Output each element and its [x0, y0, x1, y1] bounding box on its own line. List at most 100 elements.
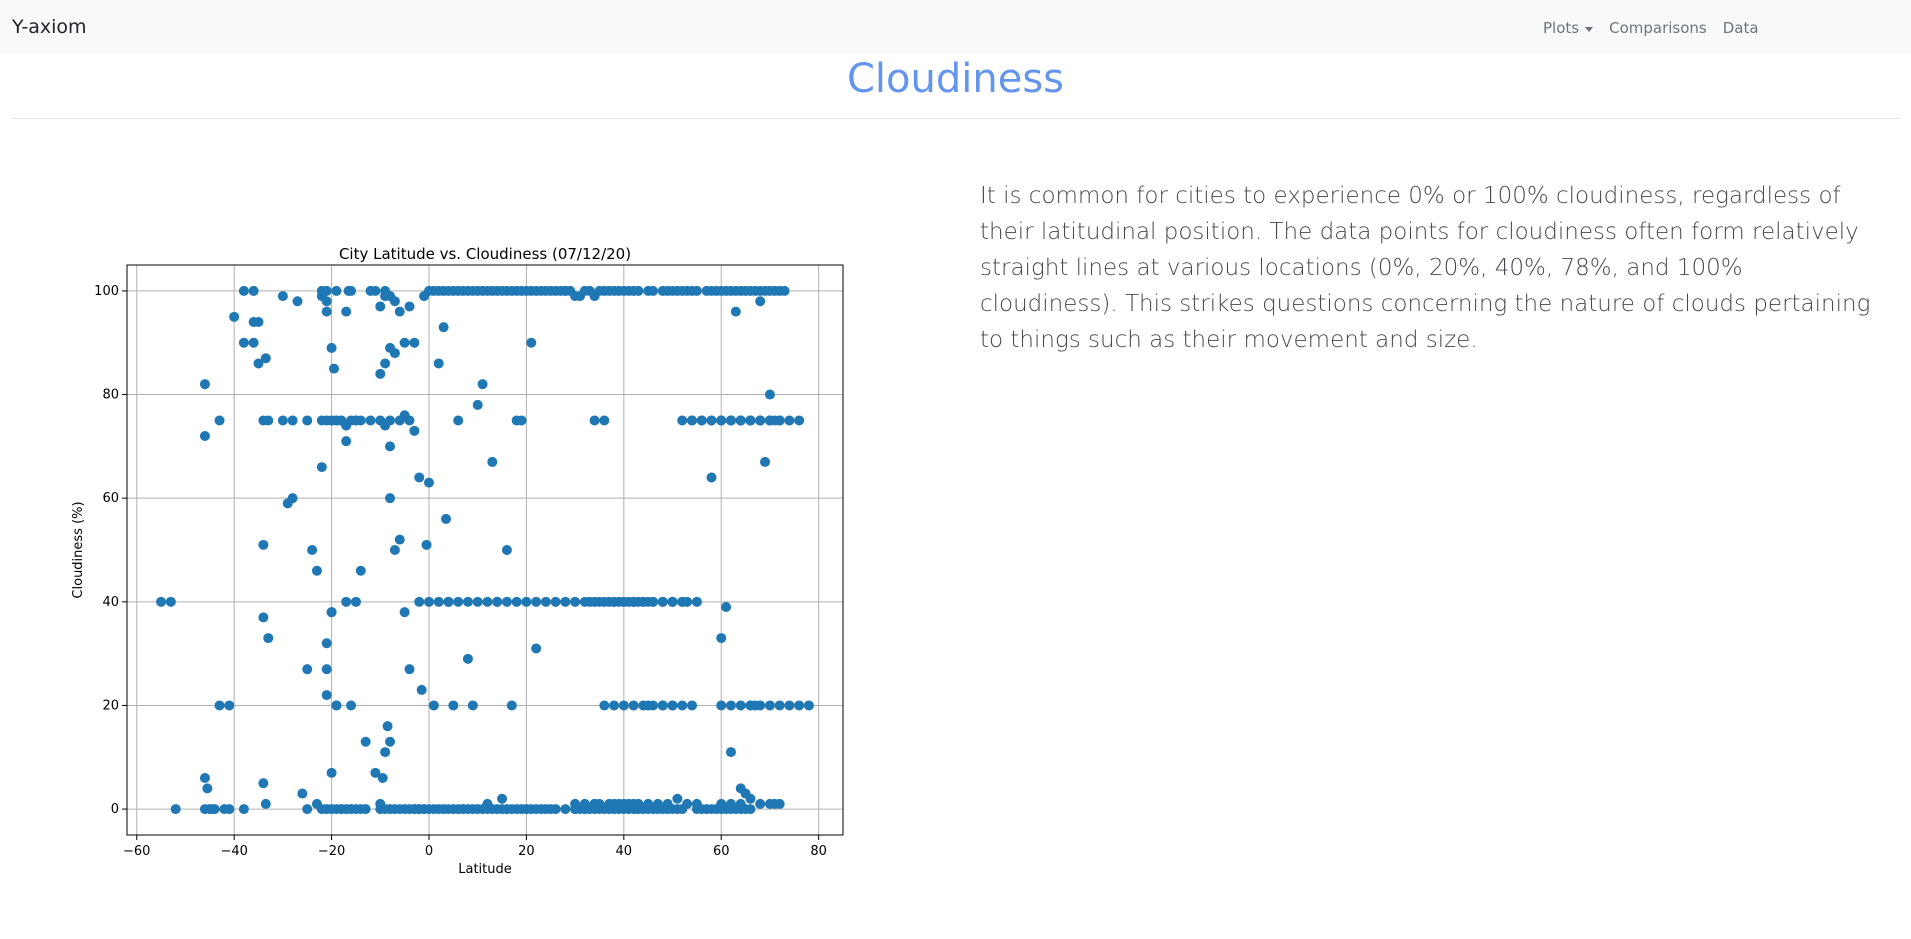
data-point — [721, 602, 732, 612]
data-point — [462, 653, 473, 664]
data-point — [667, 596, 678, 607]
data-point — [311, 565, 322, 576]
data-point — [472, 399, 483, 410]
x-tick-label: −20 — [318, 844, 345, 859]
data-point — [579, 798, 590, 809]
data-point — [691, 285, 702, 296]
data-point — [321, 664, 332, 675]
data-point — [414, 596, 425, 607]
data-point — [648, 596, 659, 607]
data-point — [667, 700, 678, 711]
data-point — [735, 798, 746, 809]
data-point — [341, 596, 352, 607]
data-point — [779, 285, 790, 296]
data-point — [516, 415, 527, 426]
y-tick-label: 80 — [102, 388, 119, 403]
data-point — [404, 664, 415, 675]
data-point — [321, 306, 332, 317]
data-point — [260, 353, 271, 364]
data-point — [365, 415, 376, 426]
title-divider — [12, 118, 1900, 119]
data-point — [609, 700, 620, 711]
nav-item-data[interactable]: Data — [1723, 19, 1759, 37]
data-point — [618, 700, 629, 711]
data-point — [238, 337, 249, 348]
data-point — [214, 415, 225, 426]
data-point — [662, 798, 673, 809]
data-point — [531, 596, 542, 607]
data-point — [370, 285, 381, 296]
data-point — [774, 798, 785, 809]
data-point — [784, 700, 795, 711]
data-point — [326, 767, 337, 778]
data-point — [643, 700, 654, 711]
data-point — [550, 596, 561, 607]
data-point — [696, 415, 707, 426]
data-point — [521, 596, 532, 607]
data-point — [326, 607, 337, 618]
data-point — [277, 291, 288, 302]
data-point — [745, 415, 756, 426]
data-point — [506, 700, 517, 711]
data-point — [735, 700, 746, 711]
data-point — [706, 415, 717, 426]
data-point — [260, 798, 271, 809]
data-point — [725, 798, 736, 809]
nav-item-comparisons[interactable]: Comparisons — [1609, 19, 1707, 37]
y-tick-label: 20 — [102, 698, 119, 713]
data-point — [302, 804, 313, 815]
data-point — [409, 425, 420, 436]
data-point — [730, 306, 741, 317]
data-point — [487, 456, 498, 467]
data-point — [755, 415, 766, 426]
data-point — [691, 798, 702, 809]
brand-link[interactable]: Y-axiom — [12, 16, 87, 38]
data-point — [258, 778, 269, 789]
data-point — [706, 472, 717, 483]
data-point — [735, 415, 746, 426]
data-point — [321, 690, 332, 701]
data-point — [385, 441, 396, 452]
data-point — [433, 358, 444, 369]
data-point — [385, 736, 396, 747]
data-point — [784, 415, 795, 426]
data-point — [755, 296, 766, 307]
data-point — [277, 415, 288, 426]
data-point — [716, 415, 727, 426]
x-tick-label: 0 — [425, 844, 433, 859]
data-point — [467, 700, 478, 711]
data-point — [238, 804, 249, 815]
data-point — [360, 736, 371, 747]
data-point — [414, 804, 425, 815]
data-point — [725, 415, 736, 426]
data-point — [170, 804, 181, 815]
data-point — [307, 545, 318, 555]
data-point — [482, 596, 493, 607]
data-point — [745, 804, 756, 815]
data-point — [438, 322, 449, 333]
data-point — [253, 317, 264, 327]
data-point — [448, 700, 459, 711]
data-point — [531, 643, 542, 654]
data-point — [691, 596, 702, 607]
nav-item-plots[interactable]: Plots — [1543, 19, 1594, 37]
x-tick-label: 20 — [518, 844, 535, 859]
navbar: Y-axiom Plots Comparisons Data — [0, 0, 1911, 54]
data-point — [633, 285, 644, 296]
data-point — [199, 379, 210, 390]
data-point — [346, 415, 357, 426]
data-point — [238, 285, 249, 296]
data-point — [389, 296, 400, 307]
data-point — [725, 747, 736, 758]
page-title: Cloudiness — [846, 56, 1064, 102]
chart-title: City Latitude vs. Cloudiness (07/12/20) — [339, 245, 631, 263]
data-point — [774, 700, 785, 711]
data-point — [399, 337, 410, 348]
description-text: It is common for cities to experience 0%… — [980, 183, 1871, 353]
data-point — [560, 596, 571, 607]
data-point — [423, 596, 434, 607]
data-point — [156, 596, 167, 607]
data-point — [394, 415, 405, 426]
data-point — [165, 596, 176, 607]
data-point — [302, 415, 313, 426]
